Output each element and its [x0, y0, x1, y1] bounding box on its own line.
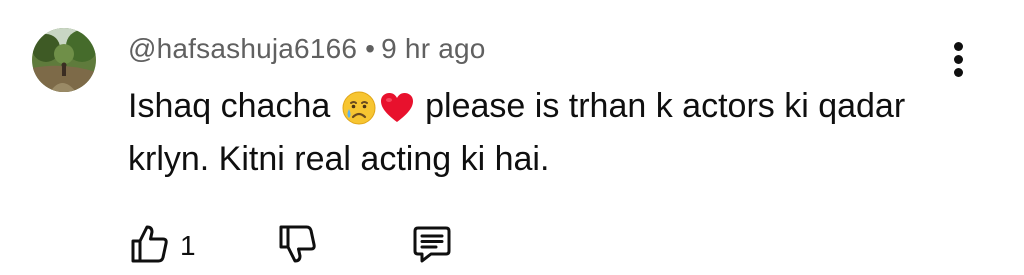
- comment-actions: 1: [128, 222, 548, 266]
- red-heart-emoji: [379, 90, 415, 126]
- dislike-button[interactable]: [276, 222, 320, 266]
- author-name[interactable]: @hafsashuja6166: [128, 33, 357, 64]
- comment-reply-icon: [410, 222, 454, 266]
- comment: @hafsashuja6166 • 9 hr ago Ishaq chacha pl…: [0, 0, 1024, 275]
- crying-face-emoji: [341, 90, 377, 126]
- more-vertical-icon[interactable]: [944, 40, 974, 80]
- meta-separator: •: [365, 33, 376, 64]
- comment-time: 9 hr ago: [381, 33, 486, 64]
- like-button[interactable]: 1: [128, 222, 196, 266]
- thumbs-down-icon: [276, 222, 320, 266]
- like-count: 1: [180, 230, 196, 261]
- thumbs-up-icon: [128, 222, 172, 266]
- comment-meta: @hafsashuja6166 • 9 hr ago: [128, 33, 486, 65]
- avatar[interactable]: [32, 28, 96, 92]
- reply-button[interactable]: [410, 222, 454, 266]
- comment-text: Ishaq chacha please is trhan k actors ki…: [128, 80, 928, 186]
- comment-text-start: Ishaq chacha: [128, 87, 340, 125]
